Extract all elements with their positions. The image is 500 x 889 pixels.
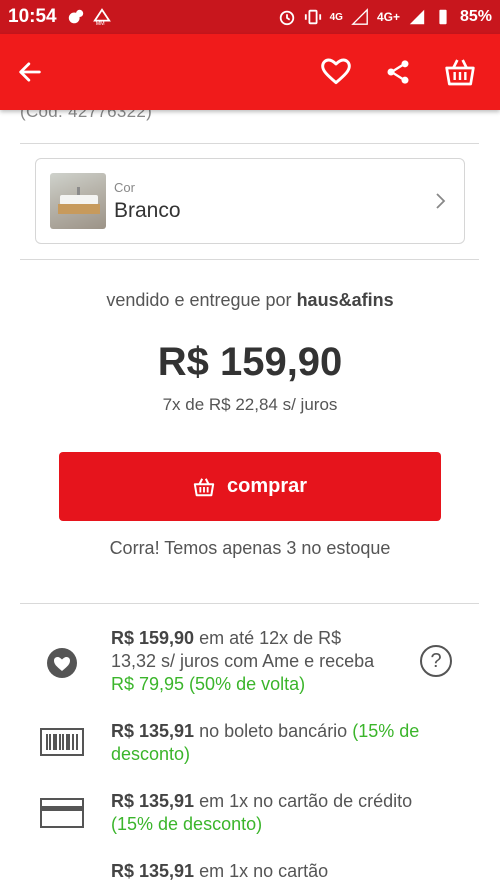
variant-thumbnail <box>50 173 106 229</box>
status-time: 10:54 <box>8 6 57 27</box>
variant-label: Cor <box>114 179 135 195</box>
heart-icon <box>321 58 351 85</box>
vibrate-icon <box>304 9 321 25</box>
seller-prefix: vendido e entregue por <box>106 290 292 310</box>
boleto-line1: no boleto bancário <box>194 721 353 741</box>
cart-button[interactable] <box>436 48 484 96</box>
boleto-amount: R$ 135,91 <box>111 721 195 741</box>
status-bar: 10:54 MM 4G 4G+ 85% <box>0 0 500 34</box>
back-button[interactable] <box>6 48 54 96</box>
basket-icon <box>193 477 215 496</box>
app-notification-icon: MM <box>92 8 111 26</box>
card-amount: R$ 135,91 <box>111 861 195 881</box>
variant-value: Branco <box>114 198 181 222</box>
svg-text:MM: MM <box>95 21 104 26</box>
seller-name[interactable]: haus&afins <box>297 290 394 310</box>
signal-full-icon <box>409 9 425 25</box>
color-selector[interactable]: Cor Branco <box>35 158 465 244</box>
back-arrow-icon <box>19 62 41 82</box>
boleto-discount-2: desconto) <box>111 744 191 764</box>
network-label: 4G <box>329 11 343 23</box>
signal-icon <box>351 8 368 25</box>
buy-button[interactable]: comprar <box>59 452 441 521</box>
installments: 7x de R$ 22,84 s/ juros <box>162 395 338 414</box>
price: R$ 159,90 <box>157 340 343 384</box>
seller-info: vendido e entregue por haus&afins <box>0 290 500 311</box>
divider <box>20 259 479 260</box>
credit-line1: em 1x no cartão de crédito <box>194 791 413 811</box>
boleto-discount: (15% de <box>352 721 420 741</box>
ame-line2: 13,32 s/ juros com Ame e receba <box>111 651 375 671</box>
credit-discount: (15% de desconto) <box>111 814 263 834</box>
ame-heart-icon <box>47 648 77 678</box>
battery-icon <box>439 9 447 25</box>
network-label-2: 4G+ <box>376 10 400 24</box>
notification-icon <box>68 9 83 24</box>
divider <box>20 143 479 144</box>
card-line1: em 1x no cartão <box>194 861 329 881</box>
barcode-icon <box>40 728 84 756</box>
ame-cashback: R$ 79,95 (50% de volta) <box>111 674 306 694</box>
battery-level: 85% <box>459 8 492 25</box>
app-bar <box>0 34 500 110</box>
ame-line1: em até 12x de R$ <box>194 628 342 648</box>
buy-button-label: comprar <box>226 475 308 497</box>
divider <box>20 603 479 604</box>
stock-message: Corra! Temos apenas 3 no estoque <box>109 538 391 558</box>
favorite-button[interactable] <box>312 48 360 96</box>
alarm-icon <box>279 10 294 26</box>
chevron-right-icon <box>436 193 446 209</box>
basket-icon <box>445 59 475 86</box>
share-icon <box>387 60 409 84</box>
credit-amount: R$ 135,91 <box>111 791 195 811</box>
share-button[interactable] <box>374 48 422 96</box>
credit-card-icon <box>40 798 84 828</box>
ame-amount: R$ 159,90 <box>111 628 195 648</box>
help-button[interactable]: ? <box>420 645 452 677</box>
